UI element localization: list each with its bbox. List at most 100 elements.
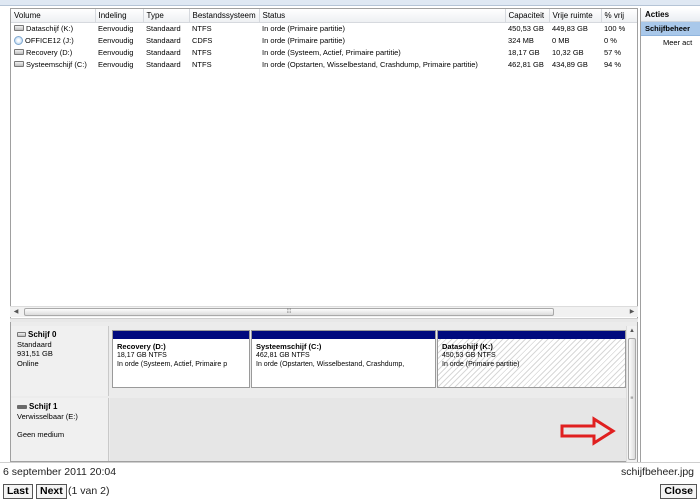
close-button[interactable]: Close (660, 484, 697, 499)
scroll-right-arrow-icon[interactable]: ▶ (626, 307, 638, 317)
scroll-left-arrow-icon[interactable]: ◀ (10, 307, 22, 317)
horizontal-scrollbar[interactable]: ◀ ⁞⁞⁞ ▶ (10, 306, 638, 317)
vertical-scroll-thumb[interactable]: ≡ (628, 338, 636, 460)
action-more-actions[interactable]: Meer act (641, 36, 700, 50)
removable-drive-icon (17, 404, 27, 409)
drive-icon (14, 61, 24, 67)
disk-row-1[interactable]: Schijf 1 Verwisselbaar (E:) Geen medium (11, 398, 627, 461)
cell-capacity: 450,53 GB (508, 23, 544, 33)
last-button[interactable]: Last (3, 484, 33, 499)
column-header-vrije-ruimte[interactable]: Vrije ruimte (549, 9, 602, 23)
partition-status: In orde (Primaire partitie) (442, 361, 520, 368)
partition-bar (438, 331, 625, 339)
cell-filesystem: NTFS (192, 23, 212, 33)
partition-bar (252, 331, 435, 339)
disk-info-1[interactable]: Schijf 1 Verwisselbaar (E:) Geen medium (11, 398, 109, 461)
drive-icon (14, 49, 24, 55)
disk-1-empty-area[interactable] (110, 398, 627, 461)
window-top-edge (0, 0, 700, 6)
cell-free-space: 0 MB (552, 35, 570, 45)
partition-size: 462,81 GB NTFS (256, 352, 310, 359)
partition-name: Recovery (D:) (117, 342, 166, 351)
cell-free-space: 10,32 GB (552, 47, 584, 57)
cell-status: In orde (Primaire partitie) (262, 35, 345, 45)
column-header-capaciteit[interactable]: Capaciteit (505, 9, 550, 23)
partition-size: 18,17 GB NTFS (117, 352, 167, 359)
cell-pct-free: 100 % (604, 23, 626, 33)
next-button[interactable]: Next (36, 484, 67, 499)
cell-pct-free: 57 % (604, 47, 622, 57)
cell-free-space: 434,89 GB (552, 59, 588, 69)
table-row[interactable]: Systeemschijf (C:) Eenvoudig Standaard N… (11, 58, 637, 70)
volume-table: Volume Indeling Type Bestandssysteem Sta… (11, 9, 637, 70)
partition-size: 450,53 GB NTFS (442, 352, 496, 359)
disk-info-0[interactable]: Schijf 0 Standaard 931,51 GB Online (11, 326, 109, 396)
photo-filename: schijfbeheer.jpg (621, 466, 694, 478)
disk-icon (17, 332, 26, 338)
partition-name: Dataschijf (K:) (442, 342, 493, 351)
drive-icon (14, 25, 24, 32)
vertical-scrollbar[interactable]: ▲ ≡ (626, 326, 637, 462)
column-header-type[interactable]: Type (143, 9, 190, 23)
table-row[interactable]: Dataschijf (K:) Eenvoudig Standaard NTFS… (11, 22, 637, 34)
volume-list: Volume Indeling Type Bestandssysteem Sta… (10, 8, 638, 320)
footer-divider (0, 462, 700, 463)
partition-dataschijf[interactable]: Dataschijf (K:) 450,53 GB NTFS In orde (… (437, 330, 626, 388)
cell-type: Standaard (146, 59, 181, 69)
column-header-bestandssysteem[interactable]: Bestandssysteem (189, 9, 260, 23)
cell-capacity: 462,81 GB (508, 59, 544, 69)
disk-size: 931,51 GB (17, 349, 53, 358)
actions-header: Acties (641, 8, 700, 22)
cell-status: In orde (Primaire partitie) (262, 23, 345, 33)
grip-icon: ≡ (630, 395, 634, 402)
disk-row-0[interactable]: Schijf 0 Standaard 931,51 GB Online Reco… (11, 326, 627, 396)
cell-filesystem: CDFS (192, 35, 213, 45)
disk-type: Verwisselbaar (E:) (17, 411, 78, 421)
column-header-pct-vrij[interactable]: % vrij (601, 9, 637, 23)
cell-indeling: Eenvoudig (98, 23, 134, 33)
actions-pane: Acties Schijfbeheer Meer act (640, 8, 700, 462)
cell-capacity: 18,17 GB (508, 47, 540, 57)
action-schijfbeheer[interactable]: Schijfbeheer (641, 22, 700, 36)
disk-name: Schijf 0 (28, 330, 57, 339)
partition-status: In orde (Opstarten, Wisselbestand, Crash… (256, 361, 405, 368)
column-header-status[interactable]: Status (259, 9, 506, 23)
page-indicator: (1 van 2) (68, 485, 110, 497)
photo-date: 6 september 2011 20:04 (3, 466, 117, 478)
cell-indeling: Eenvoudig (98, 35, 134, 45)
scroll-up-arrow-icon[interactable]: ▲ (627, 326, 637, 336)
cell-indeling: Eenvoudig (98, 47, 134, 57)
cd-icon (14, 35, 23, 45)
volume-name: Recovery (D:) (26, 47, 73, 57)
horizontal-scroll-thumb[interactable]: ⁞⁞⁞ (24, 308, 554, 316)
table-row[interactable]: Recovery (D:) Eenvoudig Standaard NTFS I… (11, 46, 637, 58)
red-arrow-icon (560, 416, 616, 446)
cell-type: Standaard (146, 35, 181, 45)
cell-indeling: Eenvoudig (98, 59, 134, 69)
cell-type: Standaard (146, 23, 181, 33)
cell-capacity: 324 MB (508, 35, 534, 45)
cell-status: In orde (Systeem, Actief, Primaire parti… (262, 47, 401, 57)
cell-pct-free: 0 % (604, 35, 617, 45)
partition-systeemschijf[interactable]: Systeemschijf (C:) 462,81 GB NTFS In ord… (251, 330, 436, 388)
column-header-volume[interactable]: Volume (11, 9, 96, 23)
cell-filesystem: NTFS (192, 59, 212, 69)
disk-name: Schijf 1 (29, 402, 58, 411)
cell-filesystem: NTFS (192, 47, 212, 57)
partition-recovery[interactable]: Recovery (D:) 18,17 GB NTFS In orde (Sys… (112, 330, 250, 388)
disk-state: Online (17, 358, 39, 368)
volume-name: Dataschijf (K:) (26, 23, 74, 33)
disk-type: Standaard (17, 339, 52, 349)
volume-name: Systeemschijf (C:) (26, 59, 87, 69)
partition-status: In orde (Systeem, Actief, Primaire p (117, 361, 228, 368)
table-row[interactable]: OFFICE12 (J:) Eenvoudig Standaard CDFS I… (11, 34, 637, 46)
volume-name: OFFICE12 (J:) (25, 35, 74, 45)
disk-map: Schijf 0 Standaard 931,51 GB Online Reco… (10, 322, 638, 462)
cell-pct-free: 94 % (604, 59, 622, 69)
partition-name: Systeemschijf (C:) (256, 342, 322, 351)
column-header-indeling[interactable]: Indeling (95, 9, 144, 23)
grip-icon: ⁞⁞⁞ (286, 309, 292, 315)
cell-free-space: 449,83 GB (552, 23, 588, 33)
volume-table-header: Volume Indeling Type Bestandssysteem Sta… (11, 9, 637, 23)
